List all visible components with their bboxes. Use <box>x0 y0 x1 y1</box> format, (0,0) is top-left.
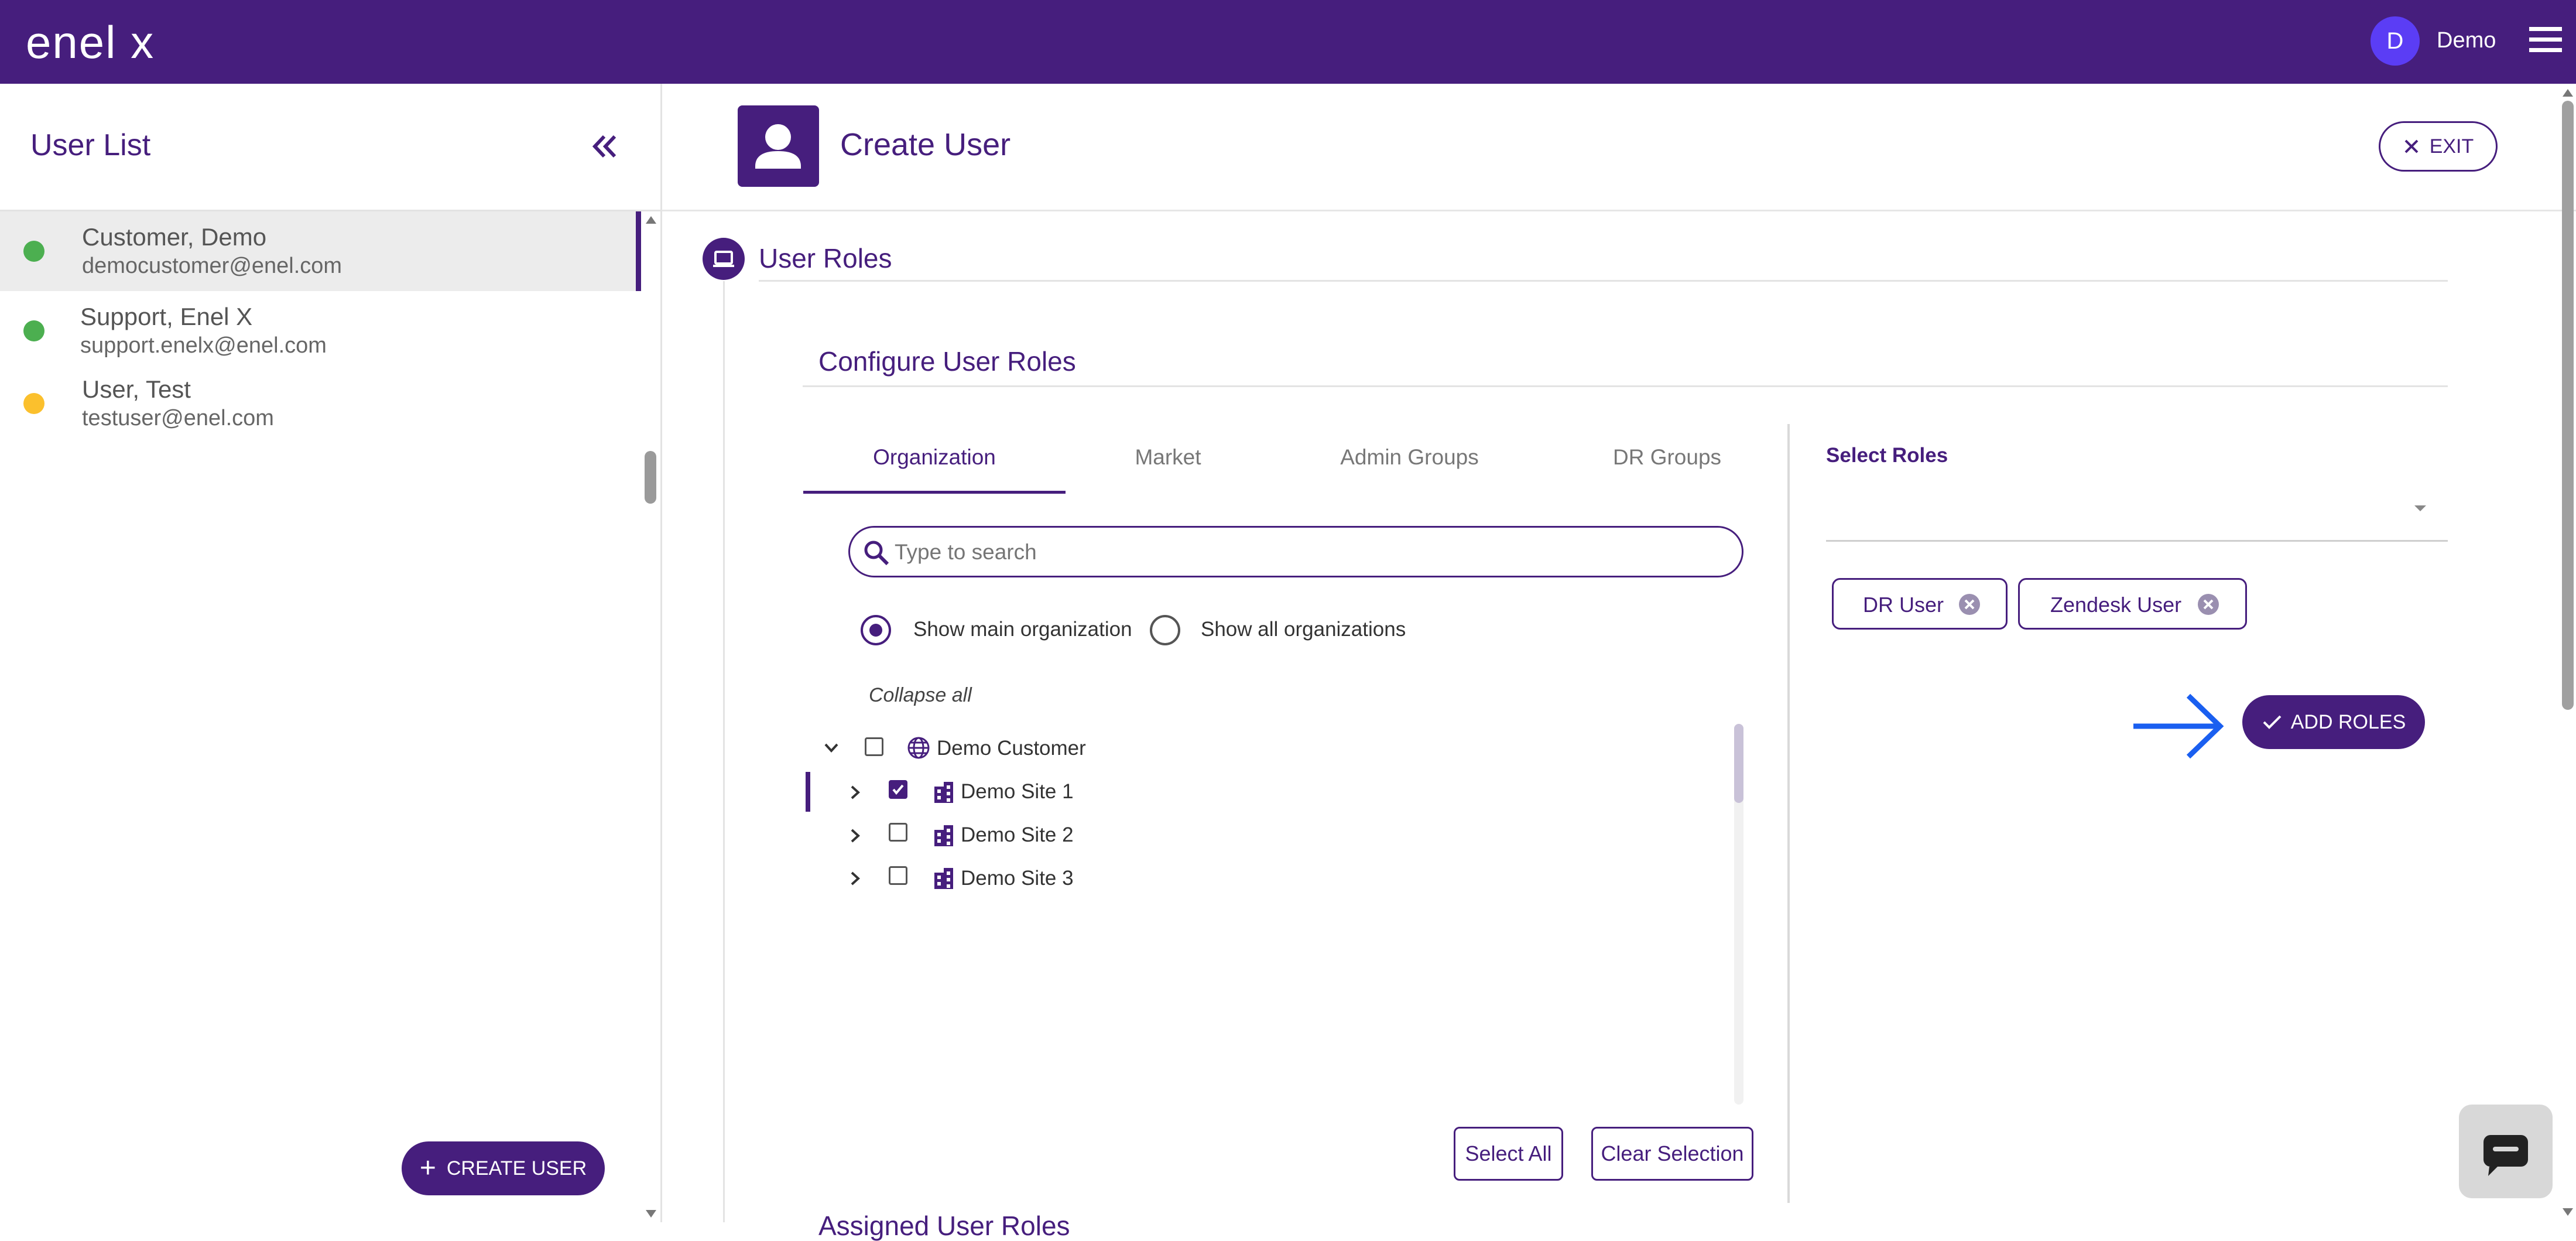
role-chip-zendesk-user[interactable]: Zendesk User <box>2018 578 2247 630</box>
exit-button[interactable]: EXIT <box>2379 121 2498 172</box>
status-online-indicator <box>23 320 44 341</box>
status-online-indicator <box>23 241 44 262</box>
check-icon <box>2263 715 2282 729</box>
clear-selection-button[interactable]: Clear Selection <box>1591 1127 1753 1181</box>
stepper-line <box>723 281 725 1222</box>
add-roles-button[interactable]: ADD ROLES <box>2242 695 2425 749</box>
panel-divider <box>1787 424 1790 1203</box>
chat-icon <box>2483 1135 2528 1176</box>
tree-checkbox-checked[interactable] <box>889 780 907 799</box>
page-icon-box <box>738 105 819 187</box>
status-pending-indicator <box>23 393 44 414</box>
tree-node-label[interactable]: Demo Site 3 <box>961 867 1074 890</box>
tree-checkbox[interactable] <box>865 737 883 756</box>
user-email: testuser@enel.com <box>82 406 274 430</box>
close-icon <box>2404 139 2419 153</box>
plus-icon: + <box>419 1153 436 1184</box>
tree-node-label[interactable]: Demo Site 1 <box>961 780 1074 804</box>
top-bar: enel x D Demo <box>0 0 2576 84</box>
section-divider <box>759 280 2448 282</box>
search-input[interactable] <box>893 535 1715 570</box>
globe-icon <box>907 737 930 759</box>
building-icon <box>934 868 953 889</box>
chevron-right-icon[interactable] <box>847 825 864 846</box>
user-list-title: User List <box>30 128 151 162</box>
tab-active-underline <box>803 491 1066 494</box>
tree-node-label[interactable]: Demo Customer <box>937 737 1086 760</box>
double-chevron-left-icon[interactable] <box>590 132 619 161</box>
building-icon <box>934 825 953 846</box>
radio-label[interactable]: Show all organizations <box>1201 618 1406 641</box>
sidebar-scroll-up-icon[interactable] <box>644 214 658 225</box>
tree-checkbox[interactable] <box>889 823 907 842</box>
tab-dr-groups[interactable]: DR Groups <box>1549 445 1786 470</box>
building-icon <box>934 782 953 803</box>
user-email: democustomer@enel.com <box>82 254 342 278</box>
create-user-button[interactable]: + CREATE USER <box>402 1141 605 1195</box>
user-name: User, Test <box>82 375 191 403</box>
section-title-user-roles: User Roles <box>759 243 892 274</box>
user-list-sidebar: User List Customer, Demo democustomer@en… <box>0 84 662 1222</box>
chevron-right-icon[interactable] <box>847 782 864 803</box>
header-divider <box>662 210 2576 211</box>
chevron-down-icon <box>2414 505 2426 511</box>
radio-label[interactable]: Show main organization <box>913 618 1132 641</box>
tree-selection-indicator <box>806 772 810 812</box>
user-list-item[interactable]: Support, Enel X support.enelx@enel.com <box>0 296 641 366</box>
select-roles-label: Select Roles <box>1826 444 1948 467</box>
close-circle-icon[interactable] <box>1957 592 1982 617</box>
main-scroll-up-icon[interactable] <box>2561 87 2575 98</box>
select-roles-dropdown[interactable] <box>1826 469 2448 542</box>
user-email: support.enelx@enel.com <box>80 333 327 358</box>
search-field[interactable] <box>848 526 1743 577</box>
collapse-all-link[interactable]: Collapse all <box>869 684 972 707</box>
user-icon <box>755 124 801 169</box>
configure-roles-title: Configure User Roles <box>818 346 1076 377</box>
main-scroll-down-icon[interactable] <box>2561 1206 2575 1218</box>
tree-checkbox[interactable] <box>889 866 907 885</box>
sidebar-scrollbar-thumb[interactable] <box>645 451 656 504</box>
close-circle-icon[interactable] <box>2195 592 2221 617</box>
tree-node-label[interactable]: Demo Site 2 <box>961 823 1074 847</box>
enel-x-logo[interactable]: enel x <box>26 13 155 71</box>
chat-widget-button[interactable] <box>2459 1105 2553 1198</box>
laptop-icon <box>713 251 734 267</box>
tab-market[interactable]: Market <box>1066 445 1270 470</box>
hamburger-icon[interactable] <box>2528 25 2563 55</box>
tab-admin-groups[interactable]: Admin Groups <box>1270 445 1549 470</box>
configure-divider <box>803 385 2448 387</box>
user-list-item[interactable]: User, Test testuser@enel.com <box>0 368 641 439</box>
radio-show-main-organization[interactable] <box>861 615 891 645</box>
main-scrollbar-thumb[interactable] <box>2562 101 2574 710</box>
user-name-label[interactable]: Demo <box>2437 28 2496 53</box>
arrow-right-icon <box>2133 693 2224 759</box>
page-title: Create User <box>840 127 1011 162</box>
tab-organization[interactable]: Organization <box>803 445 1066 470</box>
avatar[interactable]: D <box>2371 16 2420 66</box>
section-icon <box>703 238 745 280</box>
chevron-down-icon[interactable] <box>821 739 842 757</box>
selection-indicator <box>636 211 641 291</box>
user-list-item-selected[interactable]: Customer, Demo democustomer@enel.com <box>0 211 641 291</box>
select-all-button[interactable]: Select All <box>1454 1127 1563 1181</box>
chevron-right-icon[interactable] <box>847 868 864 889</box>
sidebar-scroll-down-icon[interactable] <box>644 1208 658 1220</box>
user-name: Support, Enel X <box>80 303 253 330</box>
tree-scrollbar-thumb[interactable] <box>1734 724 1743 803</box>
role-chip-dr-user[interactable]: DR User <box>1832 578 2008 630</box>
next-section-title: Assigned User Roles <box>818 1211 1070 1241</box>
user-name: Customer, Demo <box>82 223 267 251</box>
radio-show-all-organizations[interactable] <box>1150 615 1180 645</box>
search-icon <box>864 541 889 566</box>
